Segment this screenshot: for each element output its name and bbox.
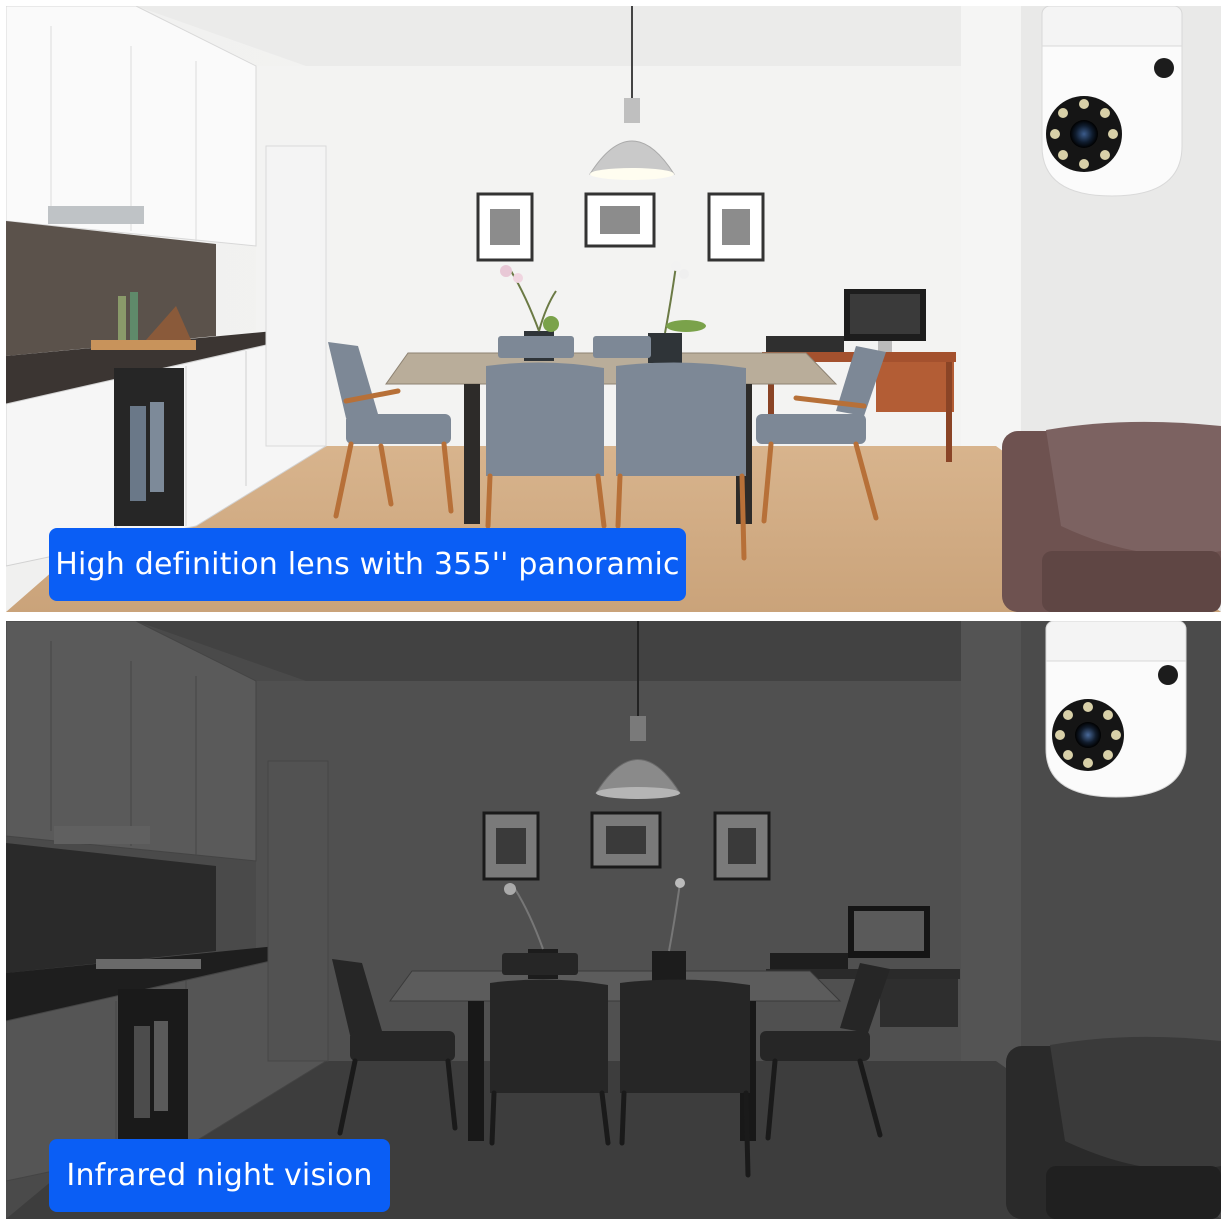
camera-bulb-night — [1045, 621, 1187, 798]
caption-high-definition-lens: High definition lens with 355'' panorami… — [49, 528, 686, 601]
night-room-photo — [6, 621, 1221, 1219]
caption-infrared-night-vision: Infrared night vision — [49, 1139, 390, 1212]
night-scene-panel: Infrared night vision — [6, 621, 1221, 1219]
day-scene-panel: High definition lens with 355'' panorami… — [6, 6, 1221, 612]
day-room-photo — [6, 6, 1221, 612]
camera-bulb-day — [1041, 6, 1183, 197]
